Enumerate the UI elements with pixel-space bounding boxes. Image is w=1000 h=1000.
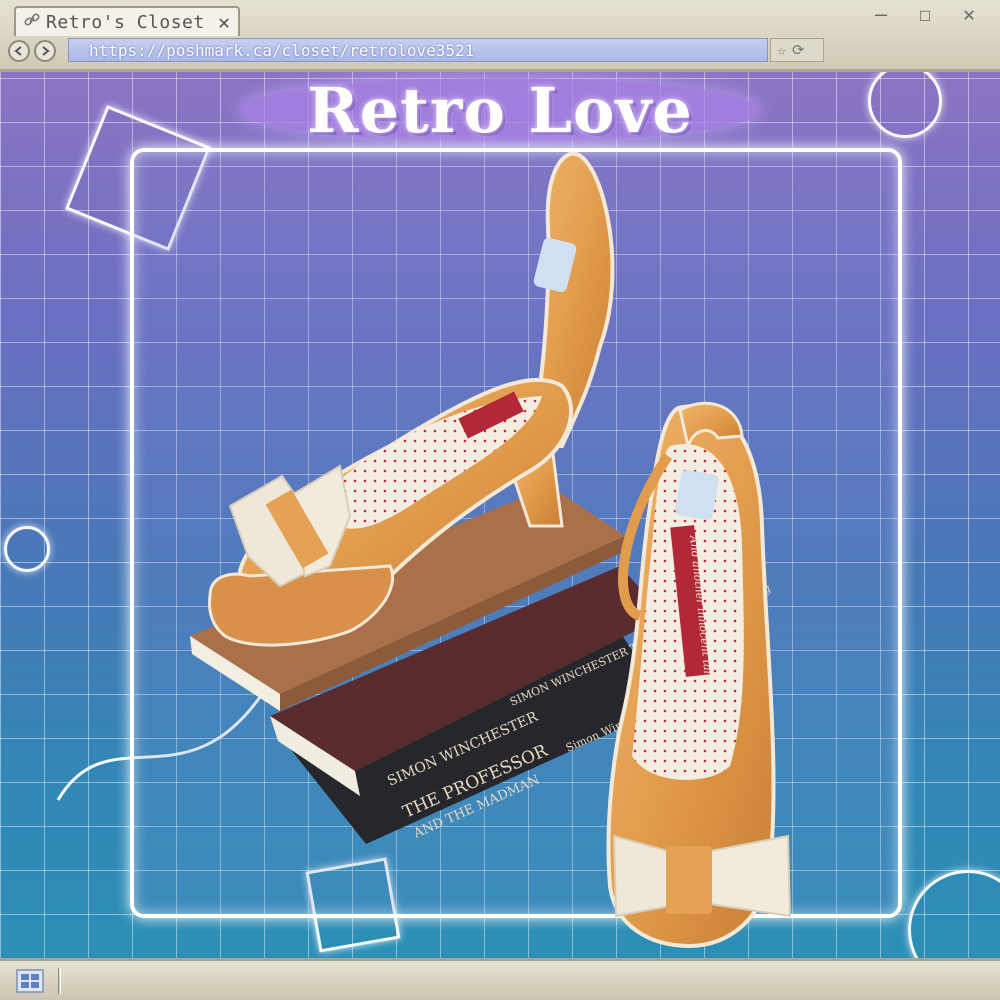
star-icon[interactable]: ☆ [777, 41, 786, 59]
arrow-left-icon[interactable] [8, 40, 30, 62]
taskbar [0, 958, 1000, 1000]
decorative-circle [4, 526, 50, 572]
taskbar-separator [58, 967, 61, 994]
product-photo[interactable]: SIMON WINCHESTER THE PROFESSOR AND THE M… [170, 146, 830, 956]
browser-tab[interactable]: Retro's Closet ✕ [14, 6, 240, 36]
minimize-icon[interactable]: — [870, 2, 892, 26]
url-actions: ☆ ⟳ [770, 38, 824, 62]
reload-icon[interactable]: ⟳ [792, 41, 805, 59]
window-controls: — ☐ ✕ [870, 2, 980, 26]
link-icon [24, 12, 40, 32]
tab-title: Retro's Closet [46, 11, 205, 33]
maximize-icon[interactable]: ☐ [914, 2, 936, 26]
navigation-bar: https://poshmark.ca/closet/retrolove3521… [8, 38, 992, 64]
shoe-lower: And another innocent tale... [606, 401, 792, 949]
tab-close-icon[interactable]: ✕ [218, 10, 230, 34]
browser-chrome: Retro's Closet ✕ — ☐ ✕ https://poshmark.… [0, 0, 1000, 72]
site-logo[interactable]: Retro Love [0, 74, 1000, 147]
windows-logo-icon[interactable] [12, 966, 48, 996]
close-window-icon[interactable]: ✕ [958, 2, 980, 26]
url-text: https://poshmark.ca/closet/retrolove3521 [89, 40, 475, 60]
arrow-right-icon[interactable] [34, 40, 56, 62]
page-canvas: Retro Love SIMON WINCHESTER THE PROFESSO… [0, 72, 1000, 958]
url-input[interactable]: https://poshmark.ca/closet/retrolove3521 [68, 38, 768, 62]
bow-decoration [612, 834, 792, 918]
